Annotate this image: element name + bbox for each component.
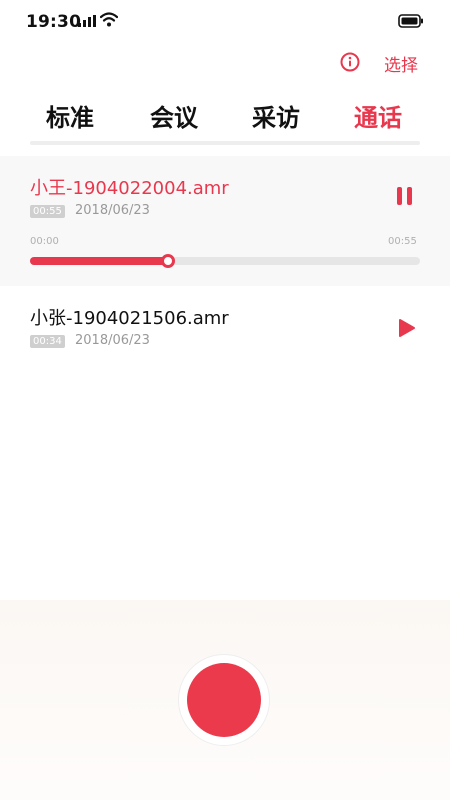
- duration-badge: 00:34: [30, 335, 65, 348]
- total-time: 00:55: [388, 236, 417, 247]
- recording-title: 小张-1904021506.amr: [30, 308, 229, 329]
- recording-date: 2018/06/23: [75, 203, 150, 218]
- status-time: 19:30: [26, 12, 82, 32]
- record-panel: [0, 600, 450, 800]
- playback-progress-bar[interactable]: [30, 254, 420, 268]
- tab-meeting[interactable]: 会议: [150, 98, 198, 133]
- wifi-icon: [100, 12, 118, 27]
- recording-title: 小王-1904022004.amr: [30, 178, 229, 199]
- list-item-playing[interactable]: 小王-1904022004.amr 00:55 2018/06/23 00:00…: [0, 156, 450, 286]
- tabs-divider: [30, 141, 420, 145]
- tab-standard[interactable]: 标准: [46, 98, 94, 133]
- elapsed-time: 00:00: [30, 236, 59, 247]
- status-bar: 19:30: [0, 0, 450, 44]
- signal-icon: [78, 15, 96, 27]
- progress-fill: [30, 257, 169, 265]
- header: 选择: [0, 48, 450, 80]
- record-button[interactable]: [187, 663, 261, 737]
- tab-interview[interactable]: 采访: [252, 98, 300, 133]
- select-button[interactable]: 选择: [384, 51, 418, 76]
- tab-call[interactable]: 通话: [354, 98, 402, 133]
- duration-badge: 00:55: [30, 205, 65, 218]
- list-item[interactable]: 小张-1904021506.amr 00:34 2018/06/23: [0, 286, 450, 366]
- info-icon[interactable]: [340, 52, 360, 72]
- recording-date: 2018/06/23: [75, 333, 150, 348]
- battery-icon: [398, 14, 423, 28]
- pause-icon[interactable]: [394, 187, 416, 207]
- progress-knob[interactable]: [161, 254, 176, 268]
- play-icon[interactable]: [398, 318, 416, 338]
- tab-bar: 标准 会议 采访 通话: [30, 98, 420, 144]
